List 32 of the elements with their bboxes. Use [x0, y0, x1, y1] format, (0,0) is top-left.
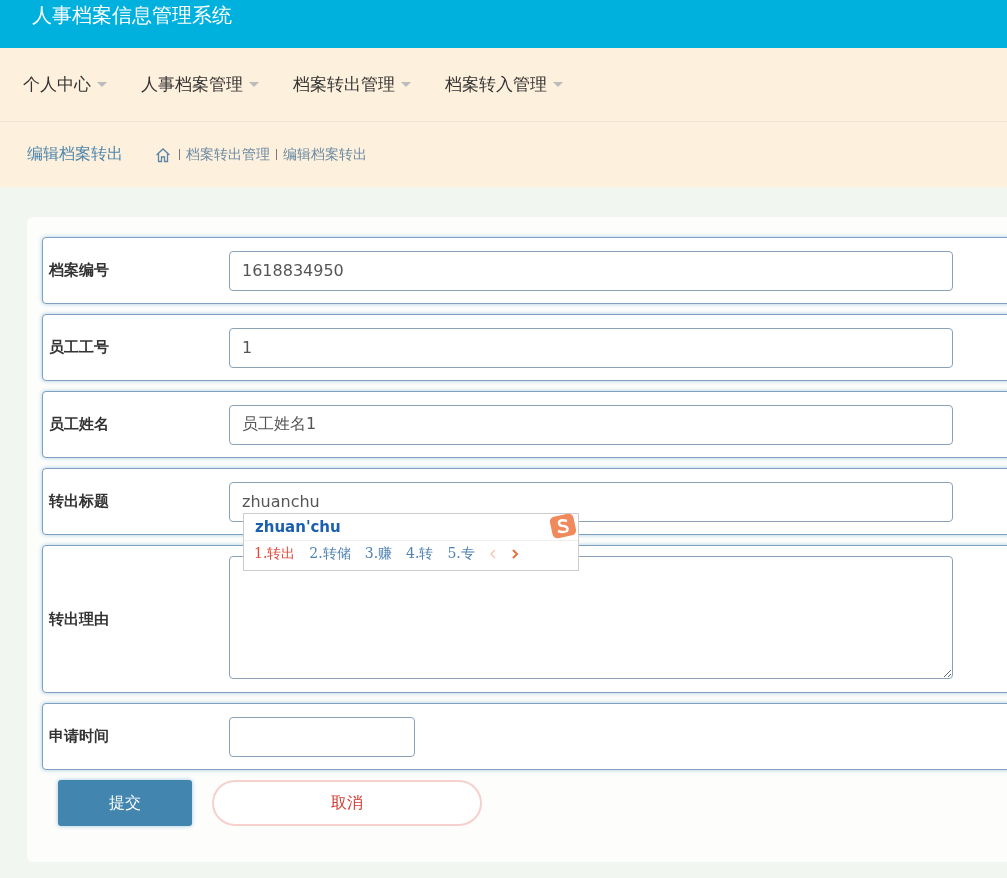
caret-icon — [553, 82, 563, 87]
breadcrumb-link[interactable]: 档案转出管理 — [186, 145, 270, 164]
input-field[interactable]: 员工姓名1 — [229, 404, 953, 445]
ime-candidate[interactable]: 3.赚 — [364, 544, 393, 563]
ime-candidate[interactable]: 4.转 — [406, 544, 434, 563]
caret-icon — [97, 82, 107, 87]
field-label: 申请时间 — [49, 727, 110, 746]
breadcrumb-link[interactable]: 编辑档案转出 — [283, 145, 367, 164]
field-label: 员工姓名 — [49, 415, 110, 434]
field-label: 档案编号 — [49, 261, 110, 280]
home-icon[interactable] — [155, 146, 171, 163]
nav-menu-item[interactable]: 档案转出管理 — [282, 65, 422, 104]
field-label: 转出标题 — [49, 492, 110, 511]
caret-icon — [401, 82, 411, 87]
cancel-button[interactable]: 取消 — [212, 780, 482, 826]
ime-candidate[interactable]: 1.转出 — [254, 544, 296, 563]
input-field[interactable]: 1 — [229, 327, 953, 368]
field-label: 员工工号 — [49, 338, 110, 357]
ime-candidate[interactable]: 2.转储 — [309, 544, 351, 563]
nav-menu-item[interactable]: 档案转入管理 — [434, 65, 574, 104]
chevron-left-icon[interactable] — [488, 547, 497, 560]
caret-icon — [249, 82, 259, 87]
page-title: 编辑档案转出 — [27, 144, 123, 165]
chevron-right-icon[interactable] — [510, 547, 519, 560]
field-label: 转出理由 — [49, 609, 110, 629]
date-field[interactable] — [229, 716, 415, 757]
submit-button[interactable]: 提交 — [58, 780, 192, 826]
app-title: 人事档案信息管理系统 — [32, 2, 232, 29]
nav-menu-item[interactable]: 个人中心 — [12, 65, 118, 104]
input-field[interactable]: 1618834950 — [229, 250, 953, 291]
nav-menu-item[interactable]: 人事档案管理 — [130, 65, 270, 104]
ime-candidate[interactable]: 5.专 — [447, 544, 475, 563]
